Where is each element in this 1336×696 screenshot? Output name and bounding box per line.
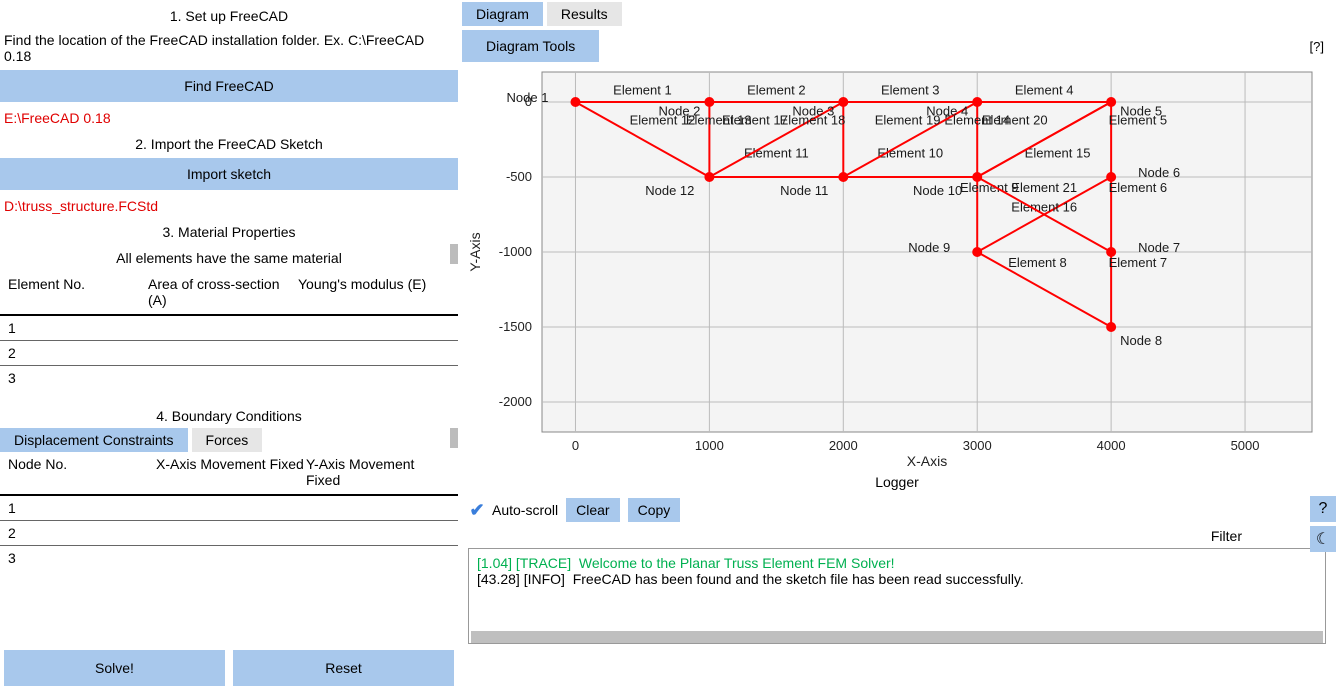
bc-scrollbar[interactable] (450, 428, 458, 448)
reset-button[interactable]: Reset (233, 650, 454, 686)
svg-text:Node 12: Node 12 (645, 183, 694, 198)
step4-title: 4. Boundary Conditions (0, 404, 458, 428)
table-row[interactable]: 2 (0, 521, 458, 546)
auto-scroll-checkbox[interactable]: ✔ Auto-scroll (468, 501, 558, 519)
help-icon[interactable]: ? (1310, 496, 1336, 522)
step1-text: Find the location of the FreeCAD install… (0, 28, 458, 68)
svg-text:Node 10: Node 10 (913, 183, 962, 198)
svg-text:-1000: -1000 (499, 244, 532, 259)
svg-text:Y-Axis: Y-Axis (467, 232, 483, 271)
svg-text:2000: 2000 (829, 438, 858, 453)
step2-title: 2. Import the FreeCAD Sketch (0, 132, 458, 156)
diagram-help-button[interactable]: [?] (1310, 39, 1332, 54)
svg-text:Element 2: Element 2 (747, 83, 806, 98)
bc-table-header: Node No. X-Axis Movement Fixed Y-Axis Mo… (0, 452, 458, 496)
svg-text:Element 21: Element 21 (1011, 180, 1077, 195)
bc-col-yfix: Y-Axis Movement Fixed (306, 456, 450, 488)
table-row[interactable]: 1 (0, 496, 458, 521)
svg-text:Node 6: Node 6 (1138, 165, 1180, 180)
svg-text:Node 9: Node 9 (908, 240, 950, 255)
svg-text:Element 9: Element 9 (960, 180, 1019, 195)
svg-text:Element 20: Element 20 (982, 113, 1048, 128)
svg-text:Element 8: Element 8 (1008, 255, 1067, 270)
tab-displacement[interactable]: Displacement Constraints (0, 428, 188, 452)
bc-table: Node No. X-Axis Movement Fixed Y-Axis Mo… (0, 452, 458, 570)
table-row[interactable]: 3 (0, 366, 458, 390)
log-line: [43.28] [INFO] FreeCAD has been found an… (477, 571, 1317, 587)
bottom-actions: Solve! Reset (0, 648, 458, 688)
tab-results[interactable]: Results (547, 2, 622, 26)
svg-text:Element 15: Element 15 (1025, 146, 1091, 161)
copy-button[interactable]: Copy (628, 498, 681, 522)
svg-text:Element 17: Element 17 (722, 113, 788, 128)
material-scrollbar[interactable] (450, 244, 458, 264)
truss-diagram[interactable]: 0100020003000400050000-500-1000-1500-200… (462, 62, 1332, 470)
check-icon: ✔ (468, 501, 486, 519)
svg-text:Element 4: Element 4 (1015, 83, 1074, 98)
svg-text:Element 3: Element 3 (881, 83, 940, 98)
freecad-path: E:\FreeCAD 0.18 (0, 104, 458, 132)
mat-col-element: Element No. (8, 276, 148, 308)
svg-text:Node 11: Node 11 (780, 183, 828, 198)
log-scrollbar[interactable] (471, 631, 1323, 643)
svg-text:3000: 3000 (963, 438, 992, 453)
svg-text:Node 2: Node 2 (658, 104, 700, 119)
log-line: [1.04] [TRACE] Welcome to the Planar Tru… (477, 555, 1317, 571)
import-sketch-button[interactable]: Import sketch (0, 158, 458, 190)
right-panel: Diagram Results Diagram Tools [?] 0 1000 2… (458, 0, 1336, 696)
filter-label[interactable]: Filter (462, 526, 1332, 548)
svg-text:Node 1: Node 1 (507, 90, 549, 105)
sketch-path: D:\truss_structure.FCStd (0, 192, 458, 220)
svg-text:Element 1: Element 1 (613, 83, 672, 98)
tab-forces[interactable]: Forces (192, 428, 263, 452)
svg-text:1000: 1000 (695, 438, 724, 453)
main-tabs: Diagram Results (462, 2, 1332, 26)
mat-col-area: Area of cross-section (A) (148, 276, 298, 308)
svg-text:Node 7: Node 7 (1138, 240, 1180, 255)
step1-title: 1. Set up FreeCAD (0, 4, 458, 28)
table-row[interactable]: 2 (0, 341, 458, 366)
table-row[interactable]: 3 (0, 546, 458, 570)
step3-title: 3. Material Properties (0, 220, 458, 244)
bc-col-node: Node No. (8, 456, 156, 488)
svg-text:Node 3: Node 3 (792, 104, 834, 119)
left-panel: 1. Set up FreeCAD Find the location of t… (0, 0, 458, 696)
tab-diagram[interactable]: Diagram (462, 2, 543, 26)
svg-text:0: 0 (572, 438, 579, 453)
dark-mode-icon[interactable]: ☾ (1310, 526, 1336, 552)
material-note: All elements have the same material (0, 244, 458, 272)
svg-text:-500: -500 (506, 169, 532, 184)
mat-col-young: Young's modulus (E) (298, 276, 450, 308)
svg-text:Node 8: Node 8 (1120, 333, 1162, 348)
svg-text:Element 6: Element 6 (1109, 180, 1168, 195)
find-freecad-button[interactable]: Find FreeCAD (0, 70, 458, 102)
log-output[interactable]: [1.04] [TRACE] Welcome to the Planar Tru… (468, 548, 1326, 644)
bc-col-xfix: X-Axis Movement Fixed (156, 456, 306, 488)
svg-text:Node 4: Node 4 (926, 104, 968, 119)
material-table: Element No. Area of cross-section (A) Yo… (0, 272, 458, 390)
diagram-tools-button[interactable]: Diagram Tools (462, 30, 599, 62)
bc-tabs: Displacement Constraints Forces (0, 428, 458, 452)
svg-text:5000: 5000 (1231, 438, 1260, 453)
svg-text:X-Axis: X-Axis (907, 453, 947, 469)
clear-button[interactable]: Clear (566, 498, 619, 522)
svg-text:4000: 4000 (1097, 438, 1126, 453)
logger-title: Logger (462, 470, 1332, 494)
solve-button[interactable]: Solve! (4, 650, 225, 686)
svg-text:-1500: -1500 (499, 319, 532, 334)
svg-text:Element 7: Element 7 (1109, 255, 1168, 270)
svg-text:-2000: -2000 (499, 394, 532, 409)
material-table-header: Element No. Area of cross-section (A) Yo… (0, 272, 458, 316)
svg-text:Node 5: Node 5 (1120, 104, 1162, 119)
table-row[interactable]: 1 (0, 316, 458, 341)
